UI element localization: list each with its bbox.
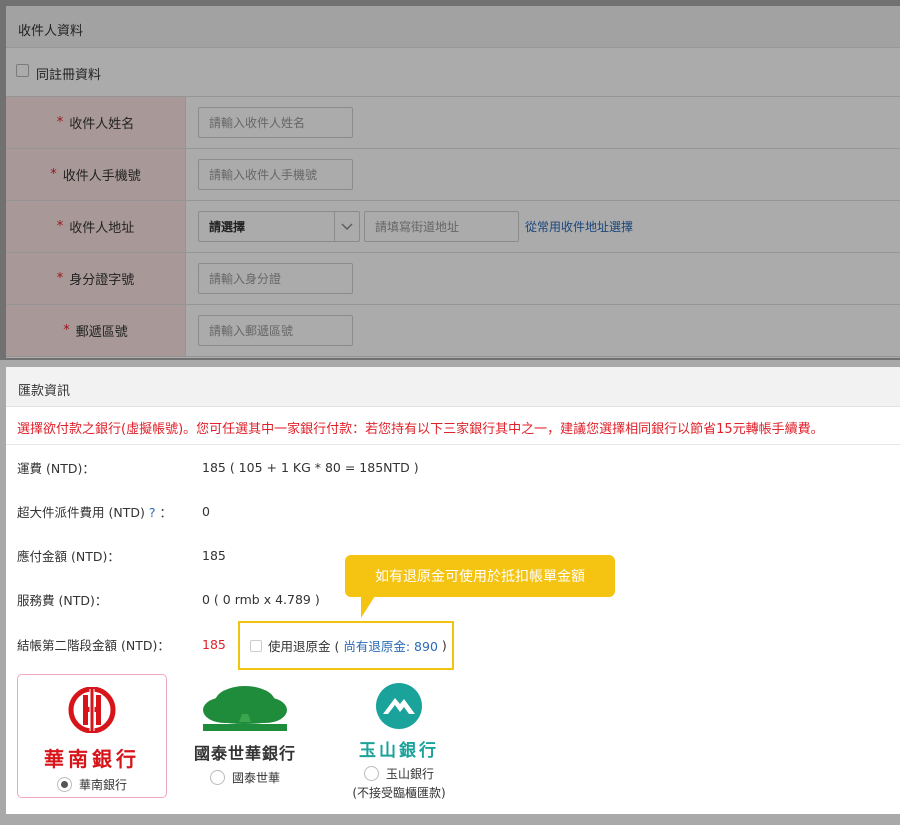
service-fee-row: 服務費 (NTD)： 0 ( 0 rmb x 4.789 ) [17,589,320,609]
hua-nan-logo [67,686,117,737]
bank-option-cathay[interactable]: 國泰世華銀行 國泰世華 [183,674,307,798]
use-refund-option[interactable]: 使用退原金 ( 尚有退原金: 890 ) [238,621,454,670]
postal-code-row: * 郵遞區號 請輸入郵遞區號 [6,305,900,357]
recipient-phone-input[interactable]: 請輸入收件人手機號 [198,159,353,190]
cathay-radio[interactable] [209,770,225,785]
esun-radio[interactable] [363,766,379,781]
oversize-fee-label: 超大件派件費用 (NTD) [17,504,145,520]
cathay-name: 國泰世華 [231,771,280,785]
amount-due-value: 185 [202,547,226,563]
refund-balance: 尚有退原金: 890 [343,639,438,654]
service-fee-value: 0 ( 0 rmb x 4.789 ) [202,591,320,607]
esun-note: (不接受臨櫃匯款) [352,786,446,800]
recipient-section: 收件人資料 同註冊資料 * 收件人姓名 請輸入收件人姓名 * 收件人手機號 請輸… [6,6,900,358]
recipient-address-field: 請選擇 請填寫街道地址 從常用收件地址選擇 [186,201,633,252]
esun-logo-text: 玉山銀行 [359,741,439,761]
recipient-name-label: 收件人姓名 [69,117,135,132]
recipient-name-row: * 收件人姓名 請輸入收件人姓名 [6,97,900,149]
amount-due-row: 應付金額 (NTD)： 185 [17,545,226,565]
use-refund-checkbox[interactable] [250,639,262,652]
second-stage-amount-value: 185 [202,636,226,652]
postal-code-label: 郵遞區號 [75,325,128,340]
esun-name: 玉山銀行 [385,767,434,781]
bank-option-esun[interactable]: 玉山銀行 玉山銀行 (不接受臨櫃匯款) [339,674,459,800]
id-number-input[interactable]: 請輸入身分證 [198,263,353,294]
recipient-name-field: 請輸入收件人姓名 [186,97,353,148]
recipient-section-title: 收件人資料 [6,6,900,48]
shipping-fee-row: 運費 (NTD)： 185 ( 105 + 1 KG * 80 = 185NTD… [17,457,419,477]
hua-nan-emblem-icon [68,686,116,734]
required-mark: * [56,115,64,130]
refund-close-paren: ) [441,638,447,653]
recipient-phone-row: * 收件人手機號 請輸入收件人手機號 [6,149,900,201]
cathay-logo [195,684,295,740]
help-icon[interactable]: ? [149,505,156,520]
oversize-fee-label-wrap: 超大件派件費用 (NTD) ? ： [17,502,202,521]
esun-logo [375,682,423,734]
use-refund-label: 使用退原金 ( [268,639,340,654]
remittance-section-title: 匯款資訊 [6,367,900,407]
esun-mountain-icon [376,683,422,729]
id-number-field: 請輸入身分證 [186,253,353,304]
chevron-down-icon[interactable] [334,212,359,241]
required-mark: * [56,219,64,234]
id-number-row: * 身分證字號 請輸入身分證 [6,253,900,305]
oversize-fee-value: 0 [202,503,210,519]
tooltip-tail [361,596,375,618]
recipient-address-row: * 收件人地址 請選擇 請填寫街道地址 從常用收件地址選擇 [6,201,900,253]
same-as-registration-option[interactable]: 同註冊資料 [6,48,900,96]
hua-nan-radio-row[interactable]: 華南銀行 [56,776,127,793]
radio-selected-dot [60,781,68,788]
bank-option-hua-nan[interactable]: 華南銀行 華南銀行 [17,674,167,798]
oversize-fee-colon: ： [159,504,172,520]
recipient-name-label-cell: * 收件人姓名 [6,97,186,148]
refund-tooltip: 如有退原金可使用於抵扣帳單金額 [345,555,615,597]
esun-radio-row[interactable]: 玉山銀行 [363,765,434,782]
hua-nan-logo-text: 華南銀行 [44,747,140,771]
recipient-phone-field: 請輸入收件人手機號 [186,149,353,200]
cathay-radio-row[interactable]: 國泰世華 [209,769,280,786]
second-stage-amount-label: 結帳第二階段金額 (NTD)： [17,637,170,653]
bank-selection-notice: 選擇欲付款之銀行(虛擬帳號)。您可任選其中一家銀行付款：若您持有以下三家銀行其中… [6,407,900,445]
choose-common-address-link[interactable]: 從常用收件地址選擇 [525,218,633,235]
hua-nan-name: 華南銀行 [78,778,127,792]
region-select[interactable]: 請選擇 [198,211,360,242]
postal-code-field: 請輸入郵遞區號 [186,305,353,356]
second-stage-amount-row: 結帳第二階段金額 (NTD)： 185 [17,634,226,654]
remittance-section: 匯款資訊 選擇欲付款之銀行(虛擬帳號)。您可任選其中一家銀行付款：若您持有以下三… [6,367,900,814]
region-select-value: 請選擇 [209,220,246,234]
same-as-registration-checkbox[interactable] [16,64,29,77]
service-fee-label: 服務費 (NTD)： [17,592,108,608]
cathay-logo-text: 國泰世華銀行 [193,744,296,763]
id-number-label-cell: * 身分證字號 [6,253,186,304]
recipient-name-input[interactable]: 請輸入收件人姓名 [198,107,353,138]
postal-code-input[interactable]: 請輸入郵遞區號 [198,315,353,346]
street-address-input[interactable]: 請填寫街道地址 [364,211,519,242]
shipping-fee-value: 185 ( 105 + 1 KG * 80 = 185NTD ) [202,459,419,475]
cathay-tree-icon [203,686,287,731]
oversize-fee-row: 超大件派件費用 (NTD) ? ： 0 [17,501,210,521]
recipient-phone-label-cell: * 收件人手機號 [6,149,186,200]
hua-nan-radio[interactable] [56,777,72,792]
recipient-phone-label: 收件人手機號 [62,169,141,184]
required-mark: * [50,167,57,182]
required-mark: * [63,323,70,338]
postal-code-label-cell: * 郵遞區號 [6,305,186,356]
recipient-address-label: 收件人地址 [69,221,135,236]
recipient-form: * 收件人姓名 請輸入收件人姓名 * 收件人手機號 請輸入收件人手機號 * 收件… [6,96,900,357]
required-mark: * [56,271,64,286]
shipping-fee-label: 運費 (NTD)： [17,460,95,476]
same-as-registration-label: 同註冊資料 [36,68,102,83]
amount-due-label: 應付金額 (NTD)： [17,548,120,564]
id-number-label: 身分證字號 [69,273,135,288]
recipient-address-label-cell: * 收件人地址 [6,201,186,252]
